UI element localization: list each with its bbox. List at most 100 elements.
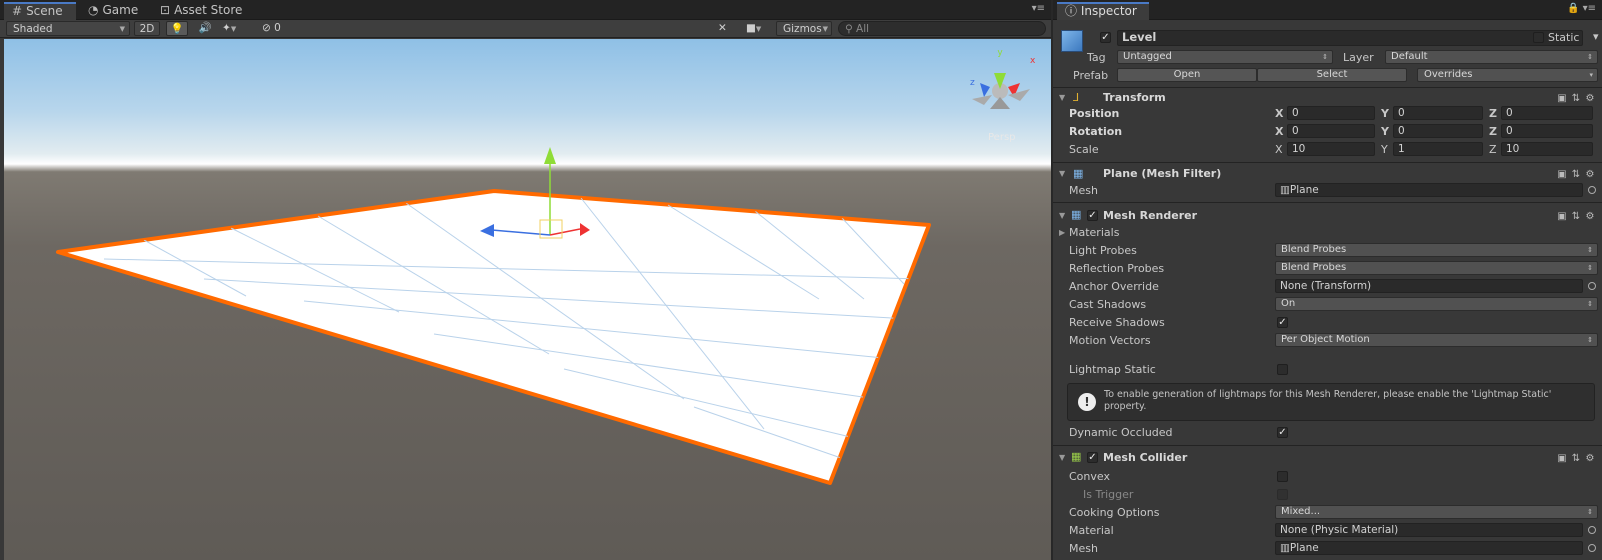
object-picker-icon[interactable] (1588, 282, 1596, 290)
prefab-open-button[interactable]: Open (1117, 68, 1257, 82)
collider-mesh-field[interactable]: ▥Plane (1275, 541, 1583, 555)
scale-x-field[interactable]: 10 (1287, 142, 1375, 156)
axis-y-label: Y (1381, 107, 1389, 120)
foldout-mesh-collider-icon[interactable]: ▼ (1059, 453, 1065, 462)
static-dropdown-icon[interactable]: ▾ (1593, 30, 1599, 43)
transform-icon: ⅃ (1073, 91, 1080, 104)
help-icon[interactable]: ▣ (1556, 93, 1568, 104)
hidden-objects-toggle[interactable]: ⊘ 0 (262, 21, 292, 36)
anchor-override-field[interactable]: None (Transform) (1275, 279, 1583, 293)
gizmos-dropdown[interactable]: Gizmos ▼ (776, 21, 832, 36)
lighting-toggle-icon[interactable]: 💡 (166, 21, 188, 36)
prefab-label: Prefab (1073, 69, 1109, 82)
mesh-renderer-icon: ▦ (1071, 208, 1082, 221)
axis-z-label: Z (1489, 125, 1497, 138)
scale-label: Scale (1069, 143, 1099, 156)
position-x-field[interactable]: 0 (1287, 106, 1375, 120)
scene-viewport[interactable]: y x z Persp (4, 39, 1051, 560)
tools-icon[interactable]: ✕ (718, 21, 738, 36)
cube-icon (1061, 30, 1083, 52)
prefab-overrides-dropdown[interactable]: Overrides ▾ (1417, 68, 1598, 82)
tag-dropdown[interactable]: Untagged ⇕ (1117, 50, 1333, 64)
foldout-transform-icon[interactable]: ▼ (1059, 93, 1065, 102)
lock-icon[interactable]: 🔒 ▾≡ (1567, 3, 1596, 14)
audio-toggle-icon[interactable]: 🔊 (196, 21, 214, 36)
axis-z-label: Z (1489, 143, 1497, 156)
gizmo-y-label: y (997, 48, 1003, 58)
convex-checkbox[interactable] (1277, 471, 1288, 482)
prefab-select-button[interactable]: Select (1257, 68, 1407, 82)
object-name-field[interactable]: Level (1117, 30, 1583, 46)
help-icon[interactable]: ▣ (1556, 169, 1568, 180)
gear-icon[interactable]: ⚙ (1584, 93, 1596, 104)
rotation-x-field[interactable]: 0 (1287, 124, 1375, 138)
rotation-y-field[interactable]: 0 (1393, 124, 1483, 138)
mesh-filter-header-icons: ▣ ⇅ ⚙ (1554, 167, 1602, 181)
lightmap-info-text: To enable generation of lightmaps for th… (1104, 389, 1552, 412)
foldout-mesh-renderer-icon[interactable]: ▼ (1059, 211, 1065, 220)
lightmap-static-checkbox[interactable] (1277, 364, 1288, 375)
mesh-filter-icon: ▦ (1073, 167, 1084, 180)
scale-z-field[interactable]: 10 (1501, 142, 1593, 156)
axis-y-label: Y (1381, 143, 1388, 156)
mesh-collider-enabled-checkbox[interactable]: ✓ (1087, 452, 1098, 463)
gear-icon[interactable]: ⚙ (1584, 211, 1596, 222)
mesh-renderer-enabled-checkbox[interactable]: ✓ (1087, 210, 1098, 221)
layer-dropdown[interactable]: Default ⇕ (1385, 50, 1598, 64)
object-picker-icon[interactable] (1588, 526, 1596, 534)
dynamic-occluded-checkbox[interactable]: ✓ (1277, 427, 1288, 438)
is-trigger-label: Is Trigger (1083, 488, 1134, 501)
cast-shadows-dropdown[interactable]: On ⇕ (1275, 297, 1598, 311)
pacman-icon: ◔ (88, 3, 99, 17)
static-checkbox[interactable] (1533, 32, 1544, 43)
camera-icon[interactable]: ■▼ (746, 21, 772, 36)
mesh-icon: ▥ (1280, 184, 1290, 196)
receive-shadows-checkbox[interactable]: ✓ (1277, 317, 1288, 328)
preset-icon[interactable]: ⇅ (1570, 169, 1582, 180)
foldout-materials-icon[interactable]: ▶ (1059, 228, 1065, 237)
chevron-down-icon: ⇕ (1322, 53, 1328, 61)
position-y-field[interactable]: 0 (1393, 106, 1483, 120)
shading-mode-dropdown[interactable]: Shaded ▼ (6, 21, 130, 36)
2d-toggle-button[interactable]: 2D (134, 21, 160, 36)
active-checkbox[interactable]: ✓ (1100, 32, 1111, 43)
orientation-gizmo[interactable]: y x z Persp (970, 48, 1036, 143)
rotation-z-field[interactable]: 0 (1501, 124, 1593, 138)
scene-render: y x z Persp (56, 48, 1036, 485)
lightmap-static-label: Lightmap Static (1069, 363, 1156, 376)
collider-material-field[interactable]: None (Physic Material) (1275, 523, 1583, 537)
tab-asset-store[interactable]: ⊡ Asset Store (152, 2, 250, 20)
preset-icon[interactable]: ⇅ (1570, 211, 1582, 222)
scale-y-field[interactable]: 1 (1393, 142, 1483, 156)
dynamic-occluded-label: Dynamic Occluded (1069, 426, 1173, 439)
materials-label[interactable]: Materials (1069, 226, 1119, 239)
tab-inspector[interactable]: ⓘ Inspector (1057, 2, 1149, 20)
scene-panel: # Scene ◔ Game ⊡ Asset Store ▾≡ Shaded ▼ 2D … (0, 0, 1051, 560)
tab-game[interactable]: ◔ Game (80, 2, 146, 20)
help-icon[interactable]: ▣ (1556, 453, 1568, 464)
panel-menu-icon[interactable]: ▾≡ (1032, 3, 1045, 14)
scene-search-input[interactable]: ⚲ All (838, 21, 1046, 36)
tab-scene[interactable]: # Scene (4, 2, 76, 20)
position-z-field[interactable]: 0 (1501, 106, 1593, 120)
effects-toggle-icon[interactable]: ✦▼ (222, 21, 246, 36)
motion-vectors-dropdown[interactable]: Per Object Motion ⇕ (1275, 333, 1598, 347)
transform-title: Transform (1103, 91, 1166, 104)
help-icon[interactable]: ▣ (1556, 211, 1568, 222)
cooking-options-dropdown[interactable]: Mixed... ⇕ (1275, 505, 1598, 519)
preset-icon[interactable]: ⇅ (1570, 453, 1582, 464)
object-picker-icon[interactable] (1588, 186, 1596, 194)
receive-shadows-label: Receive Shadows (1069, 316, 1165, 329)
foldout-mesh-filter-icon[interactable]: ▼ (1059, 169, 1065, 178)
light-probes-label: Light Probes (1069, 244, 1137, 257)
is-trigger-checkbox (1277, 489, 1288, 500)
reflection-probes-dropdown[interactable]: Blend Probes ⇕ (1275, 261, 1598, 275)
gizmo-x-label: x (1030, 56, 1036, 66)
gear-icon[interactable]: ⚙ (1584, 453, 1596, 464)
persp-label: Persp (988, 132, 1016, 143)
object-picker-icon[interactable] (1588, 544, 1596, 552)
preset-icon[interactable]: ⇅ (1570, 93, 1582, 104)
gear-icon[interactable]: ⚙ (1584, 169, 1596, 180)
mesh-filter-mesh-field[interactable]: ▥Plane (1275, 183, 1583, 197)
light-probes-dropdown[interactable]: Blend Probes ⇕ (1275, 243, 1598, 257)
